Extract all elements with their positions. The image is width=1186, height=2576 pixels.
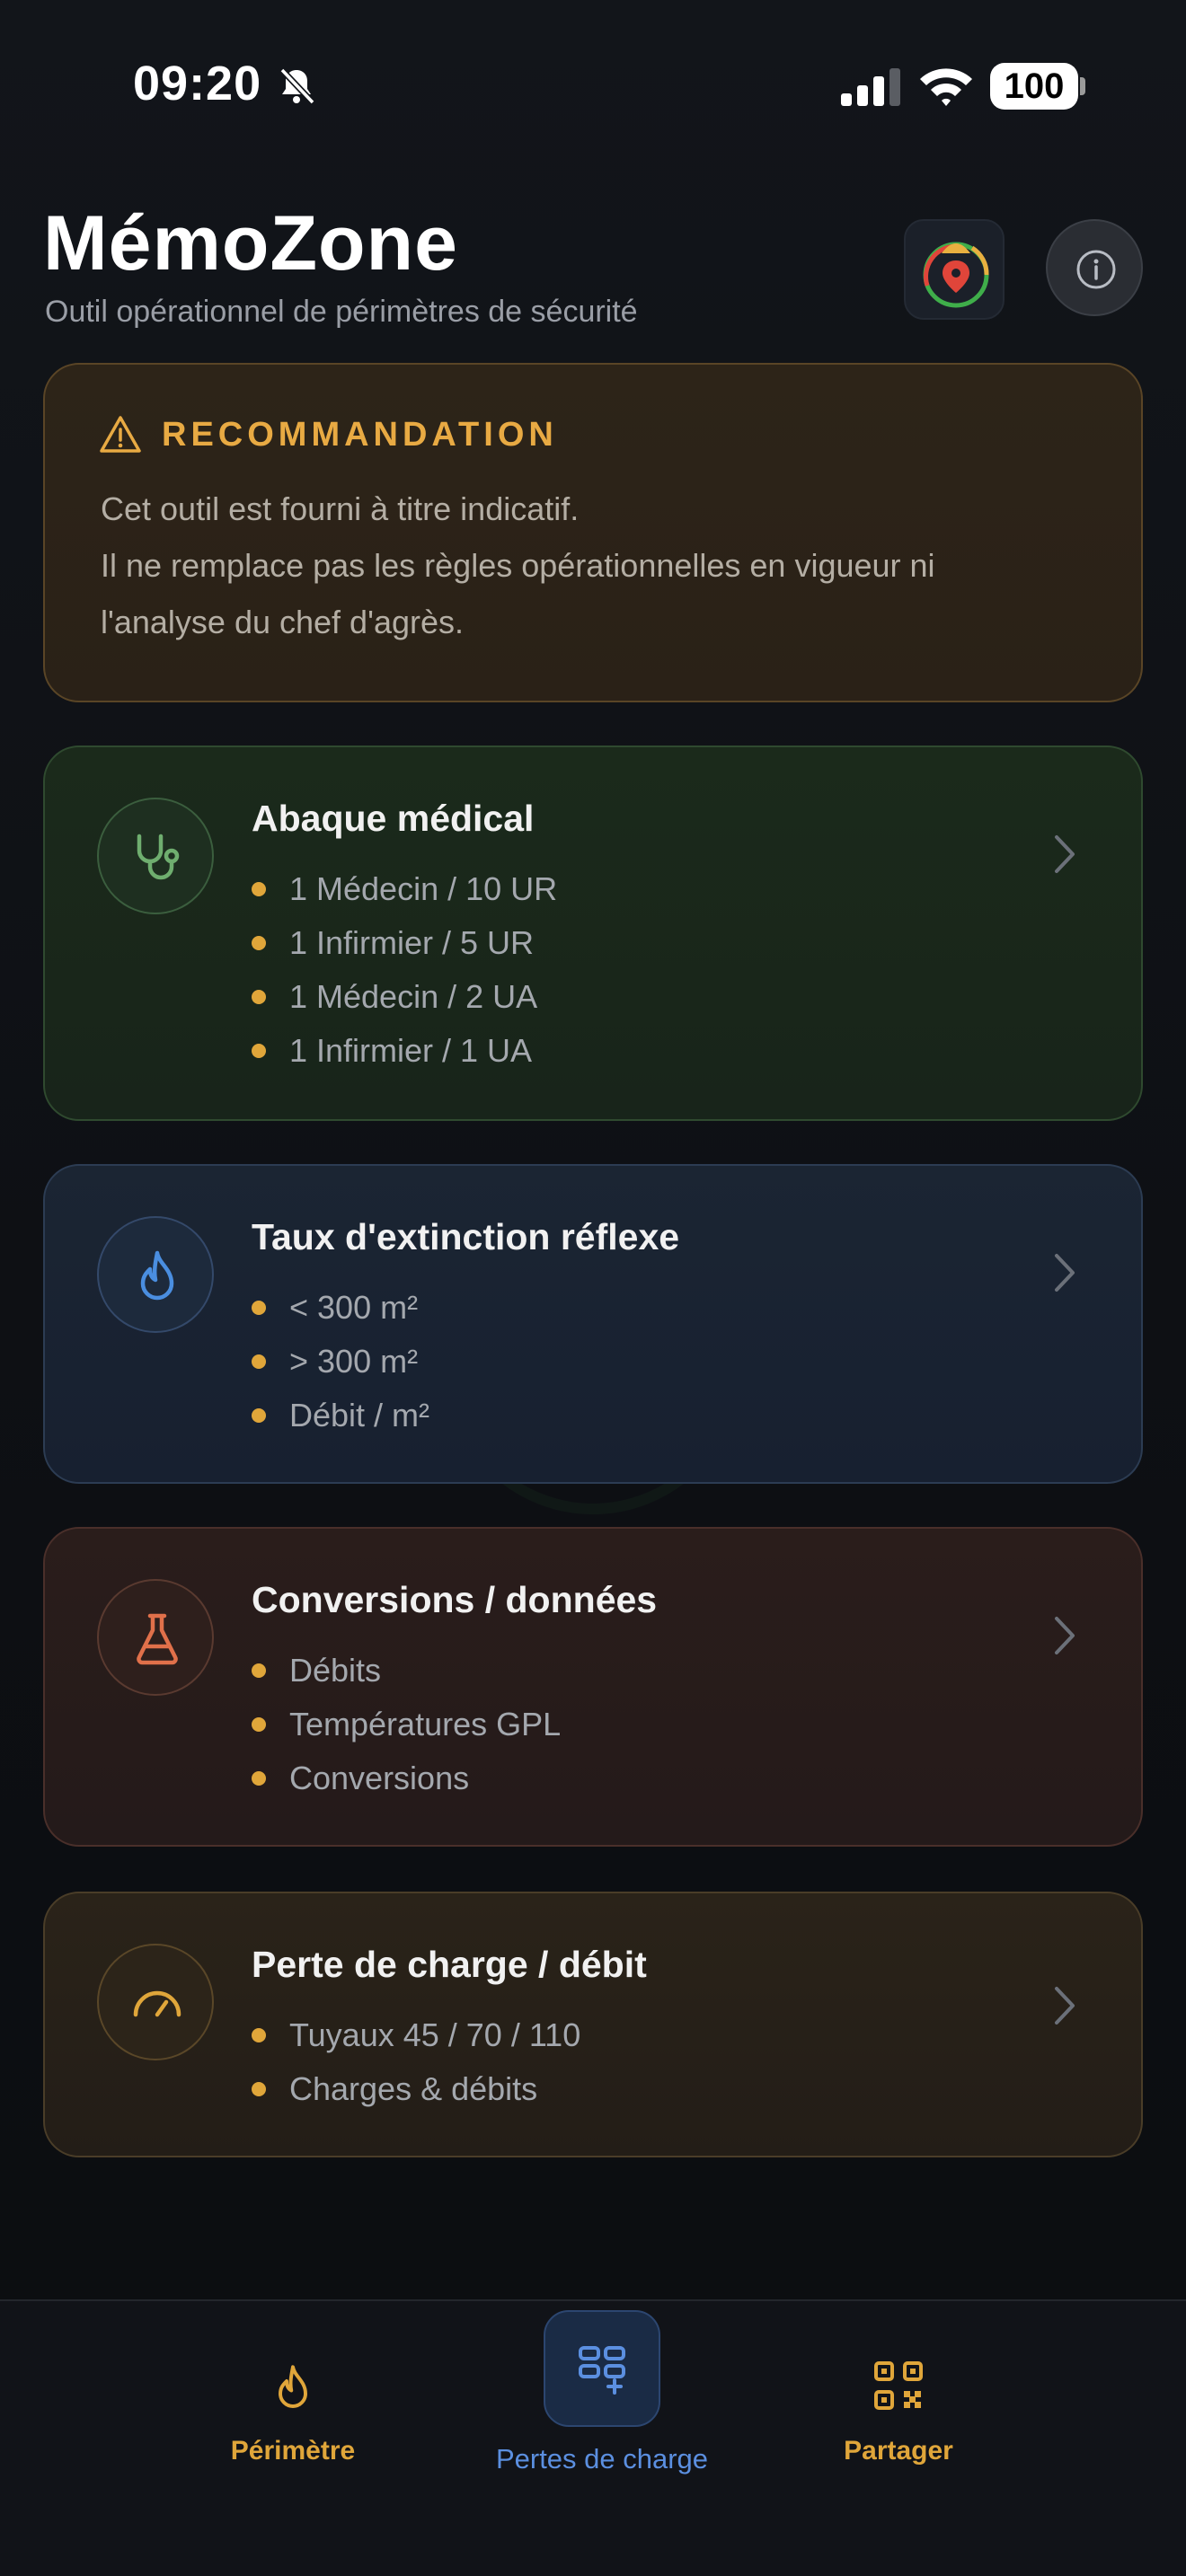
- status-time: 09:20: [133, 57, 262, 110]
- card-item-list: Débits Températures GPL Conversions: [252, 1644, 561, 1805]
- tab-label: Partager: [844, 2436, 953, 2466]
- list-item: Tuyaux 45 / 70 / 110: [252, 2008, 580, 2062]
- bullet-dot: [252, 1044, 266, 1058]
- card-title: Abaque médical: [252, 798, 535, 839]
- list-item-text: 1 Médecin / 10 UR: [289, 870, 558, 907]
- flask-icon: [137, 1613, 178, 1665]
- card-item-list: Tuyaux 45 / 70 / 110 Charges & débits: [252, 2008, 580, 2116]
- info-icon: [1076, 250, 1116, 289]
- list-item-text: Débits: [289, 1652, 382, 1689]
- recommendation-header: RECOMMANDATION: [99, 415, 558, 454]
- bullet-dot: [252, 1408, 266, 1423]
- stethoscope-icon: [137, 834, 180, 880]
- list-item-text: 1 Médecin / 2 UA: [289, 978, 538, 1015]
- bell-slash-icon: [279, 67, 315, 105]
- active-tab-bubble: [544, 2310, 660, 2427]
- chevron-right-icon: [1055, 1987, 1075, 2025]
- list-item: Débits: [252, 1644, 561, 1698]
- list-item: Charges & débits: [252, 2062, 580, 2116]
- list-item-text: Conversions: [289, 1760, 470, 1796]
- chevron-right-icon: [1055, 1617, 1075, 1654]
- list-item: Conversions: [252, 1751, 561, 1805]
- list-item-text: 1 Infirmier / 5 UR: [289, 924, 535, 961]
- tab-perimetre[interactable]: Périmètre: [176, 2360, 410, 2466]
- card-abaque-medical[interactable]: Abaque médical 1 Médecin / 10 UR 1 Infir…: [43, 745, 1143, 1121]
- bullet-dot: [252, 882, 266, 896]
- card-taux-extinction[interactable]: Taux d'extinction réflexe < 300 m² > 300…: [43, 1164, 1143, 1484]
- bullet-dot: [252, 2082, 266, 2096]
- recommendation-line: Il ne remplace pas les règles opérationn…: [101, 547, 935, 584]
- info-button[interactable]: [1046, 219, 1143, 316]
- card-item-list: 1 Médecin / 10 UR 1 Infirmier / 5 UR 1 M…: [252, 862, 557, 1078]
- bullet-dot: [252, 1717, 266, 1732]
- card-title: Taux d'extinction réflexe: [252, 1216, 680, 1257]
- app-title: MémoZone: [43, 200, 458, 287]
- tab-label: Pertes de charge: [495, 2443, 709, 2475]
- bullet-dot: [252, 990, 266, 1004]
- list-item-text: > 300 m²: [289, 1343, 419, 1380]
- list-item-text: Débit / m²: [289, 1397, 430, 1434]
- list-item-text: Tuyaux 45 / 70 / 110: [289, 2016, 581, 2053]
- list-item-text: Charges & débits: [289, 2070, 538, 2107]
- card-item-list: < 300 m² > 300 m² Débit / m²: [252, 1281, 429, 1442]
- gauge-icon: [133, 1990, 181, 2017]
- bullet-dot: [252, 1301, 266, 1315]
- bottom-tab-bar: Périmètre Pertes de charge Partager: [0, 2299, 1186, 2576]
- flame-icon: [279, 2365, 307, 2408]
- recommendation-card: RECOMMANDATION Cet outil est fourni à ti…: [43, 363, 1143, 702]
- card-conversions[interactable]: Conversions / données Débits Température…: [43, 1527, 1143, 1847]
- list-item: Débit / m²: [252, 1389, 429, 1442]
- list-item-text: Températures GPL: [289, 1706, 562, 1742]
- app-logo-icon: [923, 242, 989, 308]
- app-logo-button[interactable]: [904, 219, 1005, 320]
- card-icon-badge: [97, 1216, 214, 1333]
- tab-pertes-de-charge[interactable]: Pertes de charge: [467, 2310, 737, 2475]
- tab-partager[interactable]: Partager: [791, 2360, 1006, 2466]
- warning-triangle-icon: [100, 416, 141, 453]
- chevron-right-icon: [1055, 835, 1075, 873]
- bullet-dot: [252, 936, 266, 950]
- battery-cap: [1080, 77, 1085, 95]
- bullet-dot: [252, 1771, 266, 1786]
- recommendation-line: Cet outil est fourni à titre indicatif.: [101, 490, 580, 527]
- wifi-icon: [920, 68, 972, 106]
- bullet-dot: [252, 2028, 266, 2042]
- bullet-dot: [252, 1663, 266, 1678]
- recommendation-title: RECOMMANDATION: [162, 415, 558, 454]
- grid-plus-icon: [579, 2346, 625, 2395]
- list-item-text: 1 Infirmier / 1 UA: [289, 1032, 533, 1069]
- recommendation-line: l'analyse du chef d'agrès.: [101, 604, 464, 640]
- card-icon-badge: [97, 1579, 214, 1696]
- card-perte-de-charge[interactable]: Perte de charge / débit Tuyaux 45 / 70 /…: [43, 1892, 1143, 2157]
- tab-label: Périmètre: [230, 2436, 356, 2466]
- qr-code-icon: [874, 2361, 923, 2410]
- chevron-right-icon: [1055, 1254, 1075, 1292]
- card-icon-badge: [97, 1944, 214, 2060]
- list-item: 1 Infirmier / 5 UR: [252, 916, 557, 970]
- status-bar: 09:20 100: [0, 0, 1186, 171]
- list-item: 1 Médecin / 10 UR: [252, 862, 557, 916]
- list-item-text: < 300 m²: [289, 1289, 419, 1326]
- app-screen: 09:20 100 MémoZone Outil opérationnel de…: [0, 0, 1186, 2576]
- cellular-signal-icon: [841, 68, 900, 106]
- battery-indicator: 100: [990, 63, 1078, 110]
- list-item: < 300 m²: [252, 1281, 429, 1335]
- card-icon-badge: [97, 798, 214, 914]
- list-item: 1 Infirmier / 1 UA: [252, 1024, 557, 1078]
- app-subtitle: Outil opérationnel de périmètres de sécu…: [45, 295, 638, 329]
- flame-icon: [140, 1250, 174, 1301]
- list-item: 1 Médecin / 2 UA: [252, 970, 557, 1024]
- card-title: Conversions / données: [252, 1579, 658, 1620]
- bullet-dot: [252, 1354, 266, 1369]
- list-item: > 300 m²: [252, 1335, 429, 1389]
- card-title: Perte de charge / débit: [252, 1944, 647, 1985]
- list-item: Températures GPL: [252, 1698, 561, 1751]
